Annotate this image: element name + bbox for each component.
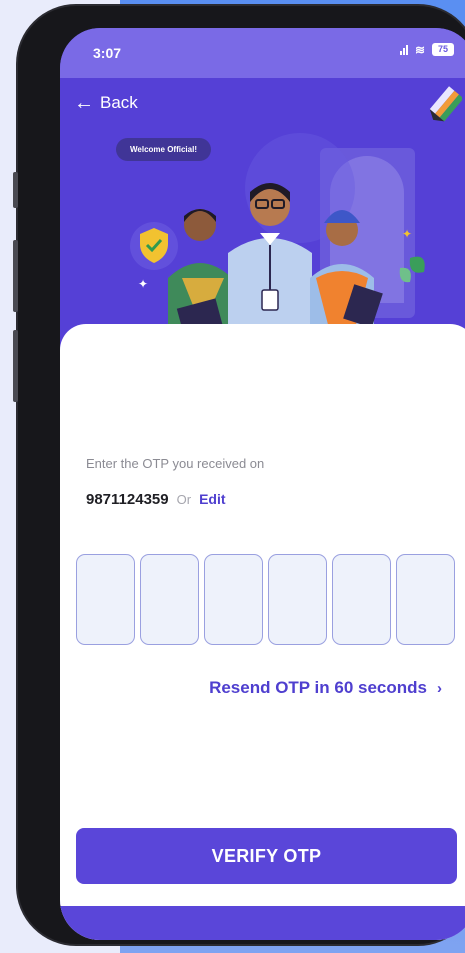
wifi-icon: ≋ xyxy=(414,42,425,57)
or-separator: Or xyxy=(176,492,192,507)
otp-digit-input-4[interactable] xyxy=(268,554,327,645)
edit-number-link[interactable]: Edit xyxy=(199,491,225,507)
otp-prompt-text: Enter the OTP you received on xyxy=(86,456,265,471)
status-time: 3:07 xyxy=(93,45,122,61)
welcome-badge: Welcome Official! xyxy=(116,138,211,161)
otp-input-group xyxy=(76,554,455,645)
side-button-action xyxy=(13,172,18,208)
bottom-bar xyxy=(60,906,465,940)
otp-digit-input-6[interactable] xyxy=(396,554,455,645)
status-icons: ≋ 75 xyxy=(399,42,454,57)
phone-number-row: 9871124359 Or Edit xyxy=(86,491,226,508)
side-button-volume-up xyxy=(13,240,18,312)
svg-text:✦: ✦ xyxy=(138,277,148,291)
chevron-right-icon: › xyxy=(437,679,442,697)
side-button-volume-down xyxy=(13,330,18,402)
otp-digit-input-1[interactable] xyxy=(76,554,135,645)
verify-otp-button[interactable]: VERIFY OTP xyxy=(76,828,457,884)
phone-number: 9871124359 xyxy=(86,491,169,508)
otp-digit-input-2[interactable] xyxy=(140,554,199,645)
otp-digit-input-3[interactable] xyxy=(204,554,263,645)
phone-frame: 3:07 ≋ 75 ← Back ✦ ✦ Welcome Official! E… xyxy=(18,6,465,944)
status-bar: 3:07 ≋ 75 xyxy=(60,28,465,78)
app-screen: 3:07 ≋ 75 ← Back ✦ ✦ Welcome Official! E… xyxy=(60,28,465,940)
resend-otp-label: Resend OTP in 60 seconds xyxy=(209,678,427,697)
battery-icon: 75 xyxy=(432,43,454,56)
otp-digit-input-5[interactable] xyxy=(332,554,391,645)
signal-icon xyxy=(399,44,408,55)
resend-otp-link[interactable]: Resend OTP in 60 seconds › xyxy=(209,678,442,698)
svg-text:✦: ✦ xyxy=(402,227,412,241)
